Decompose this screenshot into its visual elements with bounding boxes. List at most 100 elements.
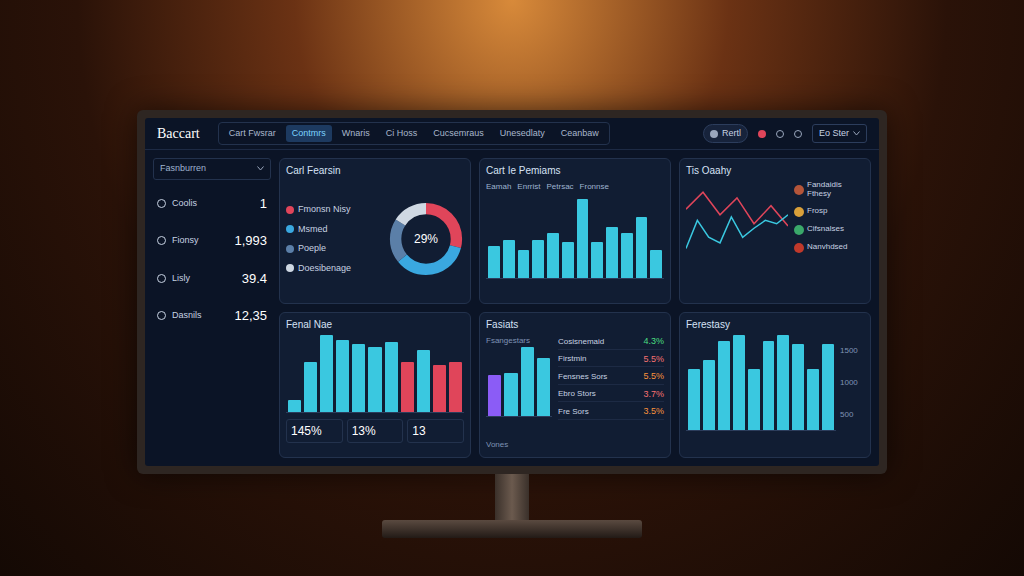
avatar-icon — [794, 243, 804, 253]
legend-item: Eamah — [486, 181, 511, 193]
card-title: Cart Ie Pemiams — [486, 165, 664, 177]
bar — [822, 344, 834, 430]
bar-chart — [686, 335, 836, 431]
chevron-icon — [853, 131, 860, 136]
bar — [401, 362, 414, 412]
line-chart — [686, 181, 788, 271]
sidebar-item[interactable]: Lisly39.4 — [153, 265, 271, 293]
card-grid: Carl FearsinFmonsn NisyMsmedPoepleDoesib… — [279, 158, 871, 458]
bar — [320, 335, 333, 412]
tab-bar: Cart FwsrarContmrsWnarisCi HossCucsemrau… — [218, 122, 610, 146]
stat-row: Fensnes Sors5.5% — [558, 370, 664, 385]
tab[interactable]: Ci Hoss — [380, 125, 424, 143]
donut-card: Carl FearsinFmonsn NisyMsmedPoepleDoesib… — [279, 158, 471, 304]
photo: Baccart Cart FwsrarContmrsWnarisCi HossCu… — [0, 0, 1024, 576]
bar-card: Cart Ie PemiamsEamahEnrristPetrsacFronns… — [479, 158, 671, 304]
bar — [748, 369, 760, 430]
stat-row: Fre Sors3.5% — [558, 405, 664, 420]
tab[interactable]: Unesedlaty — [494, 125, 551, 143]
bar-chart — [486, 347, 552, 417]
top-bar: Baccart Cart FwsrarContmrsWnarisCi HossCu… — [145, 118, 879, 150]
tab[interactable]: Wnaris — [336, 125, 376, 143]
avatar-icon — [794, 185, 804, 195]
sidebar: Fasnburren Coolis1 Fionsy1,993 Lisly39.4 Das… — [153, 158, 271, 458]
search-field[interactable]: Rertl — [703, 124, 748, 144]
axis-tick: 1500 — [840, 345, 864, 357]
legend-item: Fmonsn Nisy — [286, 203, 382, 217]
tab[interactable]: Cart Fwsrar — [223, 125, 282, 143]
sidebar-item[interactable]: Dasnils12,35 — [153, 302, 271, 330]
bar — [621, 233, 633, 278]
sidebar-item[interactable]: Coolis1 — [153, 190, 271, 218]
axis-label: Fsangestars — [486, 335, 552, 347]
legend-item: Fronnse — [580, 181, 609, 193]
person-item[interactable]: Nanvhdsed — [794, 243, 864, 253]
legend-dot — [286, 245, 294, 253]
stat-box: 145% — [286, 419, 343, 443]
bar — [449, 362, 462, 412]
tab[interactable]: Ceanbaw — [555, 125, 605, 143]
tab[interactable]: Cucsemraus — [427, 125, 490, 143]
bar — [352, 344, 365, 412]
legend-item: Poeple — [286, 242, 382, 256]
stat-box: 13 — [407, 419, 464, 443]
card-title: Carl Fearsin — [286, 165, 464, 177]
item-icon — [157, 311, 166, 320]
bar — [577, 199, 589, 278]
bar — [503, 240, 515, 278]
bottom-bar-card: Fenal Nae 145%13%13 — [279, 312, 471, 458]
bar — [718, 341, 730, 430]
bar — [288, 400, 301, 412]
legend-item: Msmed — [286, 223, 382, 237]
tab[interactable]: Contmrs — [286, 125, 332, 143]
settings-icon[interactable] — [794, 130, 802, 138]
avatar-icon — [794, 225, 804, 235]
stat-box: 13% — [347, 419, 404, 443]
bar — [650, 250, 662, 278]
monitor: Baccart Cart FwsrarContmrsWnarisCi HossCu… — [137, 110, 887, 474]
bar — [488, 246, 500, 278]
bar — [368, 347, 381, 412]
bar — [733, 335, 745, 430]
bar-chart — [286, 335, 464, 413]
card-title: Ferestasy — [686, 319, 864, 331]
person-item[interactable]: Frosp — [794, 207, 864, 217]
person-item[interactable]: Cifsnalses — [794, 225, 864, 235]
card-footer: Vones — [486, 439, 664, 451]
item-icon — [157, 236, 166, 245]
person-item[interactable]: Fandaidis Fthesy — [794, 181, 864, 199]
bar-chart — [486, 199, 664, 279]
avatar-icon — [710, 130, 718, 138]
monitor-base — [382, 520, 642, 538]
app-title: Baccart — [157, 123, 200, 144]
card-title: Tis Oaahy — [686, 165, 864, 177]
sidebar-item[interactable]: Fionsy1,993 — [153, 227, 271, 255]
body: Fasnburren Coolis1 Fionsy1,993 Lisly39.4 Das… — [145, 150, 879, 466]
stat-row: Cosisnemaid4.3% — [558, 335, 664, 350]
item-icon — [157, 274, 166, 283]
line-card: Tis Oaahy Fandaidis Fthesy Frosp Cifsnalses… — [679, 158, 871, 304]
bar — [703, 360, 715, 430]
bar — [336, 340, 349, 412]
bar — [385, 342, 398, 412]
bar — [777, 335, 789, 430]
axis-tick: 1000 — [840, 377, 864, 389]
legend-dot — [286, 264, 294, 272]
stats-card: FasiatsFsangestarsCosisnemaid4.3%Firstmi… — [479, 312, 671, 458]
account-dropdown[interactable]: Eo Ster — [812, 124, 867, 144]
card-title: Fenal Nae — [286, 319, 464, 331]
bar — [636, 217, 648, 278]
bar — [606, 227, 618, 278]
bar — [807, 369, 819, 430]
bar — [688, 369, 700, 430]
monitor-neck — [495, 474, 529, 520]
flag-icon[interactable] — [758, 130, 766, 138]
bar — [488, 375, 501, 416]
sidebar-header[interactable]: Fasnburren — [153, 158, 271, 180]
axis-tick: 500 — [840, 409, 864, 421]
stat-row: Firstmin5.5% — [558, 353, 664, 368]
bar — [417, 350, 430, 412]
bell-icon[interactable] — [776, 130, 784, 138]
donut-center: 29% — [388, 201, 464, 277]
bar — [433, 365, 446, 412]
